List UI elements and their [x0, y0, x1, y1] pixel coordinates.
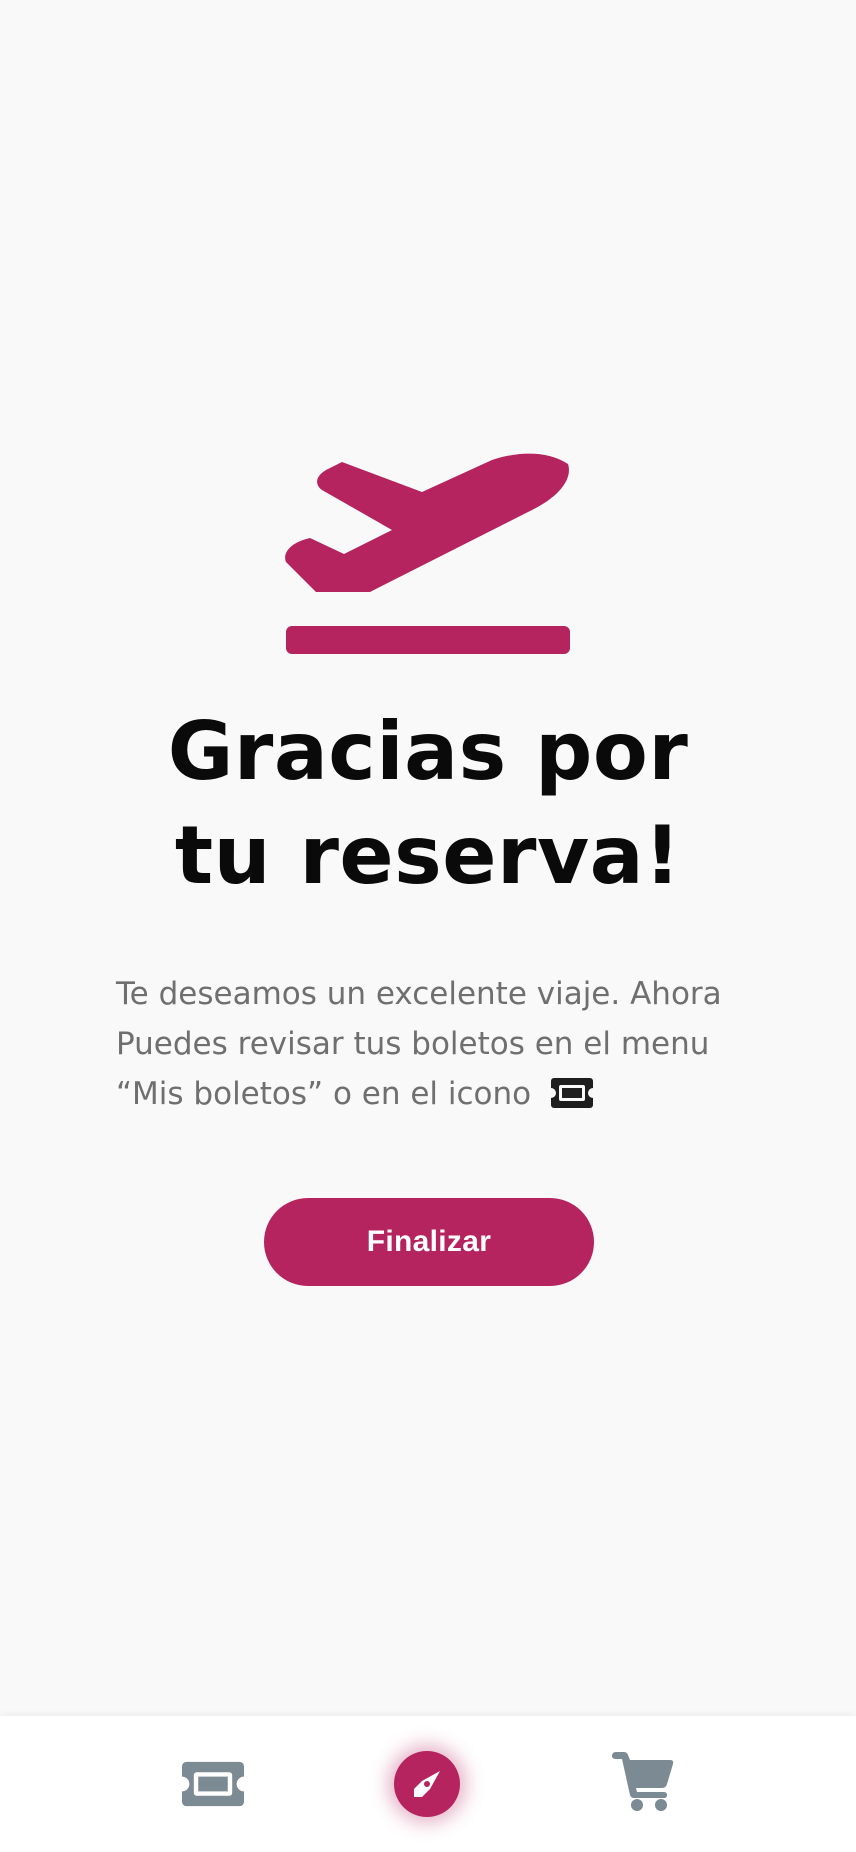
page-title: Gracias por tu reserva! [0, 700, 856, 908]
ticket-icon [182, 1761, 244, 1807]
bottom-navigation [0, 1716, 856, 1852]
compass-icon [414, 1771, 440, 1797]
message-line-3: “Mis boletos” o en el icono [116, 1076, 532, 1112]
title-line-2: tu reserva! [174, 809, 682, 902]
cart-icon [612, 1752, 674, 1811]
nav-tickets[interactable] [178, 1758, 248, 1810]
message-line-1: Te deseamos un excelente viaje. Ahora [116, 976, 722, 1012]
nav-explore[interactable] [394, 1751, 460, 1817]
title-line-1: Gracias por [167, 705, 689, 798]
airplane-takeoff-icon [285, 453, 570, 654]
nav-cart[interactable] [612, 1752, 674, 1812]
confirmation-message: Te deseamos un excelente viaje. Ahora Pu… [116, 969, 776, 1119]
finish-button[interactable]: Finalizar [264, 1198, 594, 1286]
ticket-icon [551, 1077, 594, 1108]
message-line-3-wrapper: “Mis boletos” o en el icono [116, 1069, 776, 1119]
message-line-2: Puedes revisar tus boletos en el menu [116, 1026, 710, 1062]
confirmation-screen: Gracias por tu reserva! Te deseamos un e… [0, 0, 856, 1852]
